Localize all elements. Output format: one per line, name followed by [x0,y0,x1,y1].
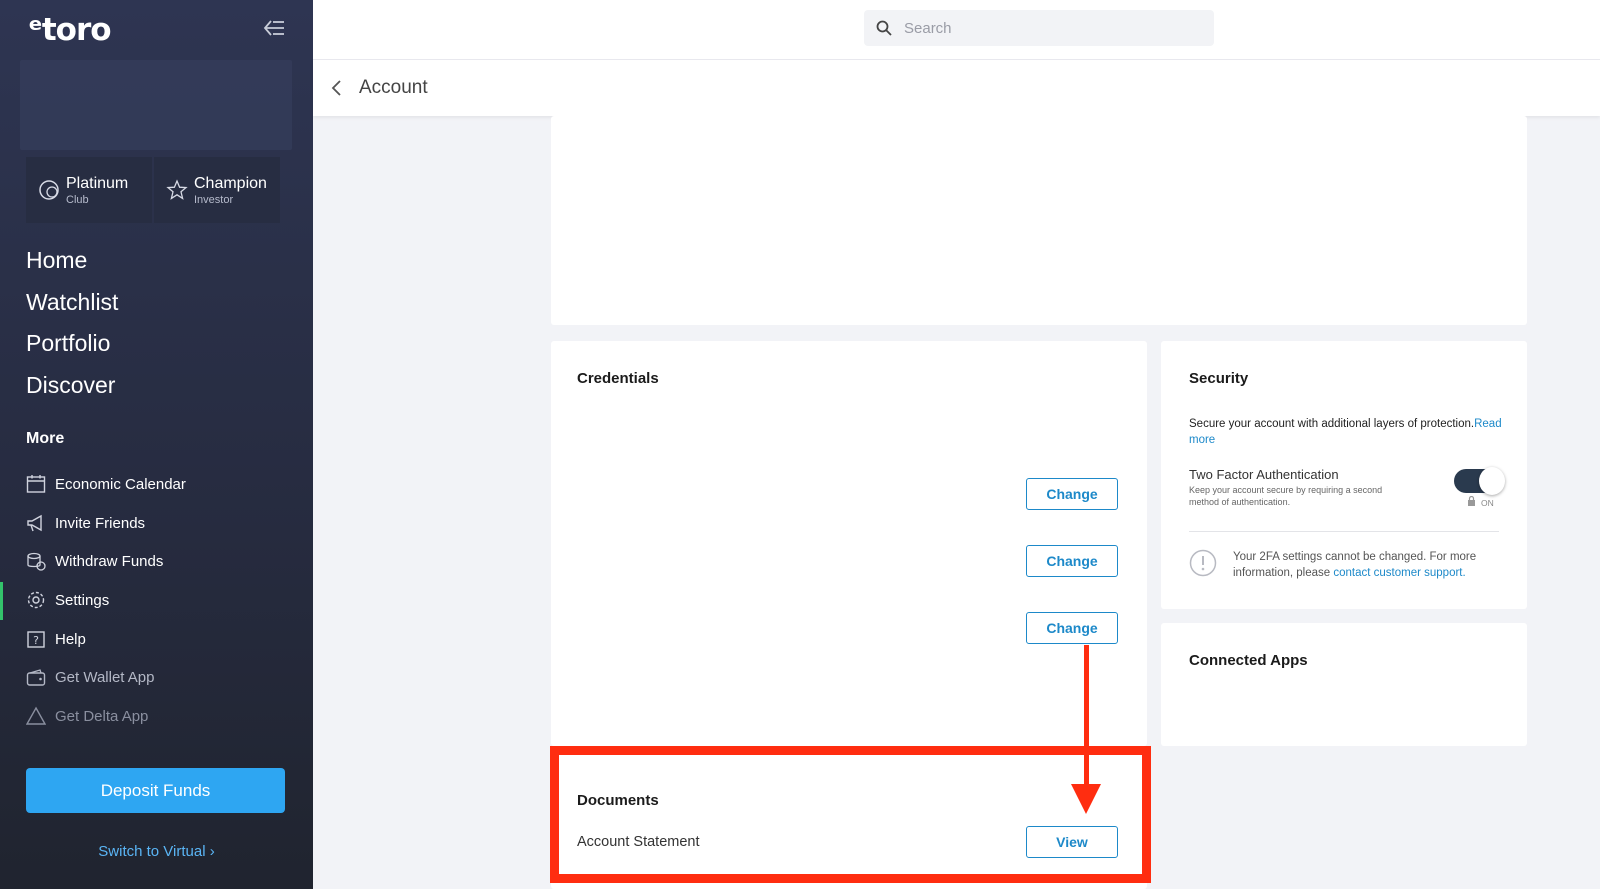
nav-discover[interactable]: Discover [26,365,118,407]
nav-label: Get Wallet App [55,669,155,687]
connected-apps-title: Connected Apps [1189,652,1308,669]
tfa-notice: Your 2FA settings cannot be changed. For… [1233,549,1503,581]
nav-help[interactable]: ? Help [26,620,306,659]
toggle-state-label: ON [1481,498,1494,508]
help-icon: ? [27,631,45,648]
security-description: Secure your account with additional laye… [1189,416,1509,448]
more-heading: More [26,430,65,447]
main-nav: Home Watchlist Portfolio Discover [26,240,118,406]
nav-label: Withdraw Funds [55,553,164,571]
club-badges: Platinum Club Champion Investor [26,157,280,223]
credentials-card [551,341,1147,746]
toggle-knob [1479,467,1505,495]
svg-text:?: ? [33,634,39,647]
nav-portfolio[interactable]: Portfolio [26,323,118,365]
nav-economic-calendar[interactable]: Economic Calendar [26,465,306,504]
etoro-logo[interactable]: ᵉtoro [28,12,112,48]
nav-label: Economic Calendar [55,475,186,493]
search-box[interactable] [864,10,1214,46]
nav-withdraw-funds[interactable]: Withdraw Funds [26,542,306,581]
lock-icon [1468,496,1475,506]
nav-invite-friends[interactable]: Invite Friends [26,504,306,543]
more-nav: Economic Calendar Invite Friends Withdra… [26,465,306,736]
tfa-description: Keep your account secure by requiring a … [1189,485,1383,507]
search-icon [876,20,892,36]
collapse-menu-icon[interactable] [262,18,286,38]
nav-get-delta-app[interactable]: Get Delta App [26,697,306,736]
nav-settings[interactable]: Settings [26,581,306,620]
megaphone-icon [27,514,42,532]
account-overview-card [551,116,1527,325]
page-title: Account [359,77,428,98]
delta-icon [26,707,46,726]
tfa-title: Two Factor Authentication [1189,467,1339,482]
search-input[interactable] [904,19,1184,37]
nav-label: Help [55,630,86,648]
sidebar: ᵉtoro Platinum Club Champion Investor Ho… [0,0,313,889]
profile-banner[interactable] [20,60,292,150]
nav-home[interactable]: Home [26,240,118,282]
warning-icon [1189,549,1217,577]
club-icon [39,180,59,200]
nav-label: Invite Friends [55,514,146,532]
page-header: Account [313,60,1600,116]
security-desc-text: Secure your account with additional laye… [1189,418,1475,430]
credentials-title: Credentials [577,370,659,387]
wallet-icon [26,668,46,686]
coins-icon [27,552,46,571]
nav-watchlist[interactable]: Watchlist [26,282,118,324]
active-nav-indicator [0,582,3,620]
security-title: Security [1189,370,1249,387]
annotation-arrow-line [1084,645,1089,787]
tfa-toggle[interactable] [1454,467,1505,495]
platinum-club-badge[interactable]: Platinum Club [26,157,152,223]
star-icon [166,179,188,200]
change-button[interactable]: Change [1026,478,1118,510]
switch-to-virtual-link[interactable]: Switch to Virtual › [0,843,313,860]
top-bar [313,0,1600,60]
nav-get-wallet-app[interactable]: Get Wallet App [26,658,306,697]
deposit-funds-button[interactable]: Deposit Funds [26,768,285,813]
divider [1189,531,1499,532]
annotation-arrow-head [1071,784,1101,814]
calendar-icon [26,475,46,494]
gear-icon [27,592,45,609]
change-button[interactable]: Change [1026,545,1118,577]
highlight-annotation [550,746,1151,883]
connected-apps-card [1161,623,1527,746]
nav-label: Get Delta App [55,707,149,725]
badge-title: Platinum [66,174,129,192]
nav-label: Settings [55,591,110,609]
change-button[interactable]: Change [1026,612,1118,644]
contact-support-link[interactable]: contact customer support. [1333,567,1465,579]
back-arrow-icon[interactable] [329,79,345,97]
badge-subtitle: Investor [194,193,234,206]
badge-subtitle: Club [66,193,89,206]
champion-investor-badge[interactable]: Champion Investor [154,157,280,223]
badge-title: Champion [194,174,267,192]
